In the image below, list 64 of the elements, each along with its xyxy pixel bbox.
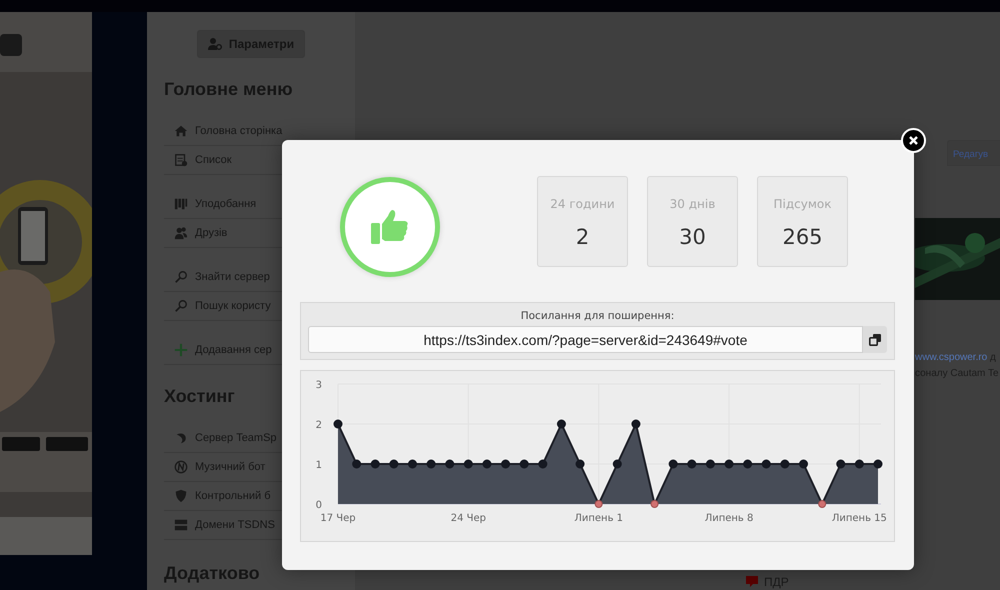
thumbs-up-icon [371, 210, 409, 244]
users-icon [174, 226, 188, 240]
data-point [874, 460, 882, 468]
axis-label: Липень 8 [704, 513, 754, 524]
close-icon [909, 136, 918, 145]
stat-value: 30 [679, 225, 706, 249]
bars-icon [174, 197, 188, 211]
data-point [482, 460, 492, 468]
data-point [650, 500, 659, 508]
home-icon [174, 124, 188, 138]
data-point [818, 500, 826, 508]
shield-icon [174, 489, 188, 503]
data-point [334, 420, 342, 428]
share-label: Посилання для поширення: [520, 309, 676, 323]
axis-label: 3 [316, 380, 322, 391]
axis-label: 2 [316, 420, 322, 431]
search-icon [174, 299, 188, 313]
server-icon [174, 518, 188, 532]
data-point [389, 460, 398, 468]
data-point [352, 460, 362, 468]
copy-icon [869, 334, 881, 346]
data-point [743, 460, 752, 468]
axis-label: 1 [316, 460, 322, 471]
data-point [408, 460, 417, 468]
axis-label: 0 [316, 500, 322, 511]
data-point [612, 460, 622, 468]
data-point [631, 420, 640, 428]
data-point [445, 460, 454, 468]
data-point [501, 460, 510, 468]
copy-button[interactable] [863, 326, 887, 353]
data-point [836, 460, 846, 468]
stat-value: 265 [782, 225, 823, 249]
stat-value: 2 [576, 225, 590, 249]
data-point [706, 460, 715, 468]
data-point [668, 460, 678, 468]
axis-label: Липень 15 [832, 513, 887, 524]
stat-label: 24 години [550, 197, 615, 211]
speech-bubble-icon [745, 575, 759, 588]
user-gear-icon [208, 38, 222, 50]
data-point [426, 460, 436, 468]
data-point [687, 460, 696, 468]
data-point [724, 460, 734, 468]
list-icon [174, 153, 188, 167]
data-point [538, 460, 548, 468]
data-point [780, 460, 790, 468]
data-point [464, 460, 473, 468]
plus-icon [174, 343, 188, 357]
search-icon [174, 270, 188, 284]
axis-label: Липень 1 [574, 513, 624, 524]
data-point [520, 460, 529, 468]
link[interactable]: www.cspower.ro [915, 352, 988, 363]
axis-label: 24 Чер [450, 513, 486, 524]
share-link-field[interactable]: https://ts3index.com/?page=server&id=243649#vote [308, 326, 863, 353]
data-point [576, 460, 585, 468]
data-point [762, 460, 771, 468]
data-point [799, 460, 808, 468]
stat-label: 30 днів [670, 197, 716, 211]
data-point [854, 460, 864, 468]
tab[interactable]: Редагув [947, 140, 1000, 166]
axis-label: 17 Чер [320, 513, 356, 524]
data-point [594, 500, 603, 508]
data-point [370, 460, 380, 468]
stat-label: Підсумок [774, 197, 832, 211]
data-point [556, 420, 566, 428]
